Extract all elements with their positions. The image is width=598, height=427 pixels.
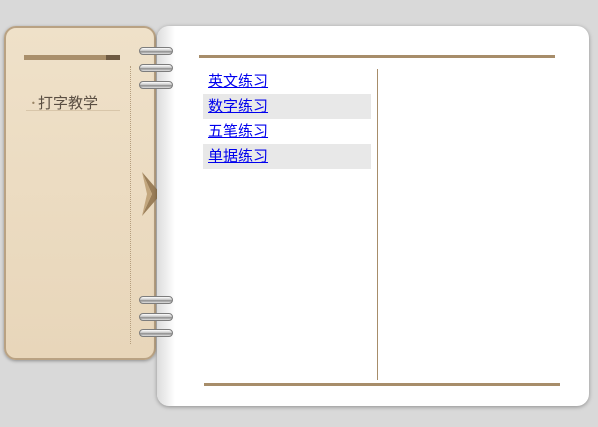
column-divider [377, 69, 378, 380]
bottom-rule [204, 383, 560, 386]
sidebar-panel: • 打字教学 [4, 26, 156, 360]
menu-link-english-practice[interactable]: 英文练习 [203, 69, 371, 94]
menu-link-receipt-practice[interactable]: 单据练习 [203, 144, 371, 169]
binder-ring-icon [139, 47, 173, 55]
binder-ring-icon [139, 81, 173, 89]
content-page: 英文练习 数字练习 五笔练习 单据练习 [157, 26, 589, 406]
binder-ring-icon [139, 64, 173, 72]
menu-link-wubi-practice[interactable]: 五笔练习 [203, 119, 371, 144]
sidebar-item-typing-tutorial[interactable]: • 打字教学 [26, 90, 120, 112]
sidebar-item-label: 打字教学 [38, 94, 99, 112]
sidebar-header-bar [24, 55, 120, 60]
menu-link-number-practice[interactable]: 数字练习 [203, 94, 371, 119]
top-rule [199, 55, 555, 58]
sidebar-dotted-divider [130, 66, 131, 344]
bullet-icon: • [31, 99, 36, 108]
exercise-menu: 英文练习 数字练习 五笔练习 单据练习 [203, 69, 371, 169]
binder-ring-icon [139, 313, 173, 321]
binder-ring-icon [139, 329, 173, 337]
binder-ring-icon [139, 296, 173, 304]
